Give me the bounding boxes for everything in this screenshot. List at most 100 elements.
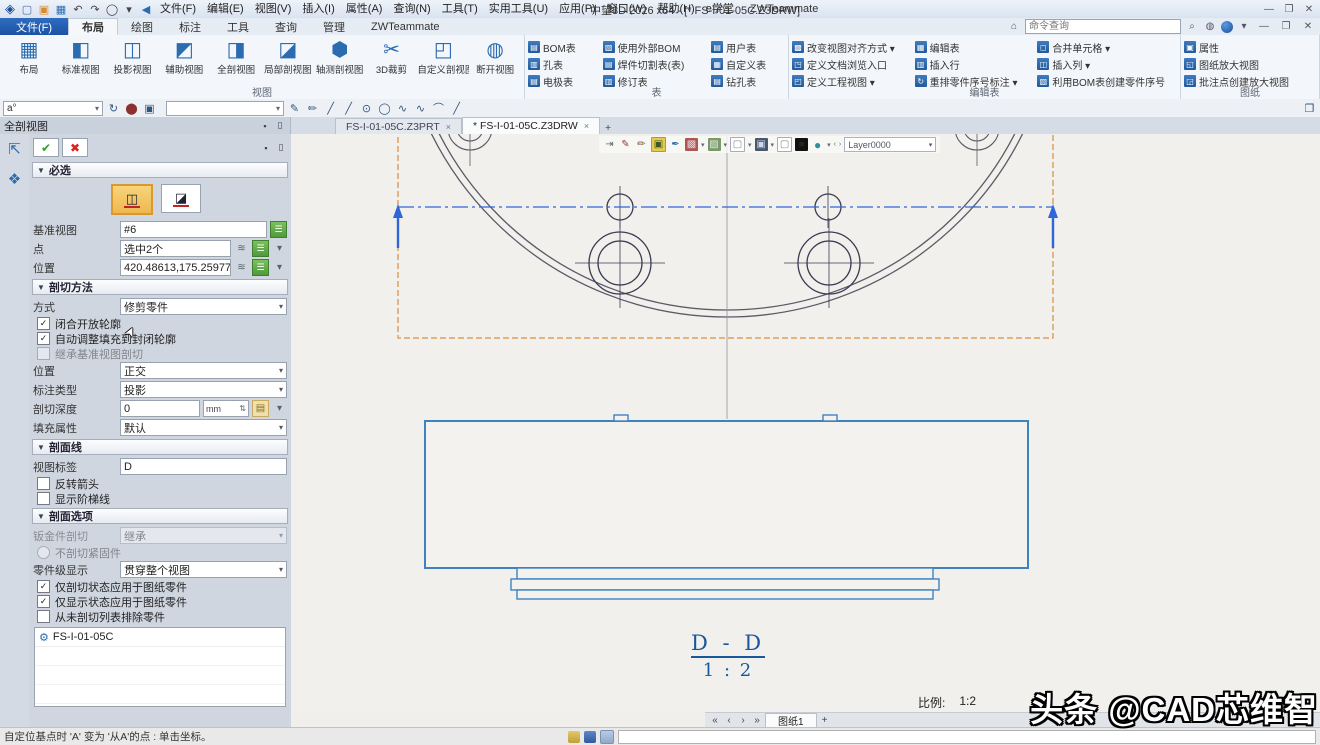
ribbon-button-custom-section-view[interactable]: ◰自定义剖视图 xyxy=(417,36,469,87)
image-mode-icon[interactable]: ▣ xyxy=(651,137,666,152)
section-header-options[interactable]: ▼剖面选项 xyxy=(32,508,288,524)
user-avatar[interactable] xyxy=(1221,21,1233,33)
tab-manage[interactable]: 管理 xyxy=(310,18,358,35)
nav-right-icon[interactable]: › xyxy=(839,141,841,148)
tab-drawing[interactable]: 绘图 xyxy=(118,18,166,35)
tab-tools[interactable]: 工具 xyxy=(214,18,262,35)
add-sheet-button[interactable]: + xyxy=(819,715,831,726)
close-button[interactable]: ✕ xyxy=(1299,19,1317,35)
open-file-icon[interactable]: ▣ xyxy=(36,2,52,17)
section-cut-line[interactable] xyxy=(393,204,1058,248)
counterbore-holes[interactable] xyxy=(575,218,874,308)
texture-style-icon[interactable]: ▨ xyxy=(708,138,721,151)
dim-type-select[interactable]: 投影▾ xyxy=(120,381,287,398)
view-highlight-box[interactable] xyxy=(398,134,1053,338)
spline-tool-icon[interactable]: ∿ xyxy=(395,101,410,116)
export-icon[interactable]: ⇥ xyxy=(603,138,616,151)
ribbon-button-bom-table[interactable]: ▤BOM表 xyxy=(528,39,595,55)
location-field[interactable]: 420.48613,175.25977 xyxy=(120,259,231,276)
auto-adjust-hatch-check[interactable]: ✓自动调整填充到封闭轮廓 xyxy=(37,332,283,345)
ribbon-button-local-section-view[interactable]: ◪局部剖视图 xyxy=(262,36,314,87)
ribbon-button-auxiliary-view[interactable]: ◩辅助视图 xyxy=(158,36,210,87)
spinner-arrows-icon[interactable]: ⇅ xyxy=(239,404,246,413)
pen-icon[interactable]: ✎ xyxy=(619,138,632,151)
ribbon-button-broken-view[interactable]: ◍断开视图 xyxy=(469,36,521,87)
ribbon-button-3d-crop[interactable]: ✂3D裁剪 xyxy=(366,36,418,87)
menu-inquire[interactable]: 查询(N) xyxy=(388,0,435,18)
view-combo[interactable]: ▾ xyxy=(166,101,284,116)
options-dot-button[interactable]: ▪ xyxy=(260,142,272,154)
ribbon-button-external-bom[interactable]: ▧使用外部BOM xyxy=(603,39,704,55)
circle-tool-icon[interactable]: ◯ xyxy=(377,101,392,116)
circle-tool-icon[interactable]: ◯ xyxy=(104,2,120,17)
hatch-attr-select[interactable]: 默认▾ xyxy=(120,419,287,436)
ribbon-button-insert-column[interactable]: ◫插入列 ▾ xyxy=(1037,56,1177,72)
dark-style-icon[interactable]: ▣ xyxy=(755,138,768,151)
line-tool-icon[interactable]: ╱ xyxy=(323,101,338,116)
panel-restore-icon[interactable]: ❐ xyxy=(1302,101,1317,116)
exclude-unsectioned-check[interactable]: 从未剖切列表排除零件 xyxy=(37,610,283,623)
chevron-down-icon[interactable]: ▾ xyxy=(272,241,287,256)
menu-attributes[interactable]: 属性(A) xyxy=(341,0,388,18)
refresh-icon[interactable]: ↻ xyxy=(106,101,121,116)
segment-tool-icon[interactable]: ╱ xyxy=(449,101,464,116)
display-state-check[interactable]: ✓仅显示状态应用于图纸零件 xyxy=(37,595,283,608)
blue-pen-icon[interactable]: ✒ xyxy=(669,138,682,151)
menu-file[interactable]: 文件(F) xyxy=(155,0,201,18)
section-view-body[interactable] xyxy=(425,421,1028,568)
doc-tab-part[interactable]: FS-I-01-05C.Z3PRT× xyxy=(335,118,462,134)
ribbon-button-full-section-view[interactable]: ◨全剖视图 xyxy=(210,36,262,87)
tab-inquire[interactable]: 查询 xyxy=(262,18,310,35)
section-view-geometry[interactable] xyxy=(425,415,1028,599)
chevron-down-icon[interactable]: ▾ xyxy=(272,260,287,275)
ghost-style-icon[interactable]: ▢ xyxy=(777,137,792,152)
chevron-down-icon[interactable]: ▾ xyxy=(771,141,775,149)
tab-file[interactable]: 文件(F) xyxy=(0,18,68,35)
depth-option-icon[interactable]: ▤ xyxy=(252,400,269,417)
menu-view[interactable]: 视图(V) xyxy=(250,0,297,18)
command-search-input[interactable] xyxy=(1025,19,1181,34)
sketch-pen-icon[interactable]: ✏ xyxy=(305,101,320,116)
hatch-style-icon[interactable]: ▩ xyxy=(685,138,698,151)
child-close-icon[interactable]: ✕ xyxy=(1300,1,1318,17)
tab-dimension[interactable]: 标注 xyxy=(166,18,214,35)
first-sheet-icon[interactable]: « xyxy=(709,715,721,726)
section-header-required[interactable]: ▼必选 xyxy=(32,162,288,178)
restore-button[interactable]: ❐ xyxy=(1277,19,1295,35)
section-state-check[interactable]: ✓仅剖切状态应用于图纸零件 xyxy=(37,580,283,593)
record-icon[interactable]: ⬤ xyxy=(124,101,139,116)
message-icon[interactable] xyxy=(584,731,596,743)
new-doc-tab-button[interactable]: + xyxy=(600,122,616,134)
depth-unit-spinner[interactable]: mm⇅ xyxy=(203,400,249,417)
show-step-line-check[interactable]: 显示阶梯线 xyxy=(37,492,283,505)
save-file-icon[interactable]: ▦ xyxy=(53,2,69,17)
search-icon[interactable]: ⌕ xyxy=(1185,20,1199,34)
chevron-down-icon[interactable]: ▾ xyxy=(724,141,728,149)
section-panel-tab-icon[interactable]: ⇱ xyxy=(4,139,26,161)
section-arrow-right[interactable] xyxy=(1048,204,1058,218)
sheet-tab[interactable]: 图纸1 xyxy=(765,713,817,728)
ribbon-button-sheet-zoom-view[interactable]: ◱图纸放大视图 xyxy=(1184,56,1316,72)
panel-page-button[interactable]: ▯ xyxy=(275,142,287,154)
section-view-step-2[interactable] xyxy=(511,579,939,590)
ribbon-button-custom-table[interactable]: ▦自定义表 xyxy=(711,56,785,72)
chevron-down-icon[interactable]: ▾ xyxy=(748,141,752,149)
globe-icon[interactable]: ◍ xyxy=(1203,20,1217,34)
ribbon-button-insert-row[interactable]: ▥插入行 xyxy=(915,56,1030,72)
flip-arrow-check[interactable]: 反转箭头 xyxy=(37,477,283,490)
new-file-icon[interactable]: ▢ xyxy=(19,2,35,17)
layer-combo[interactable]: Layer0000▾ xyxy=(844,137,936,152)
style-combo[interactable]: a°▾ xyxy=(3,101,103,116)
part-list[interactable]: ⚙ FS-I-01-05C xyxy=(34,627,286,707)
qat-dropdown-icon[interactable]: ▾ xyxy=(121,2,137,17)
ribbon-button-projection-view[interactable]: ◫投影视图 xyxy=(107,36,159,87)
position-select[interactable]: 正交▾ xyxy=(120,362,287,379)
home-icon[interactable]: ⌂ xyxy=(1007,20,1021,34)
section-type-toggle-b[interactable]: ◪ xyxy=(161,184,201,213)
redo-icon[interactable]: ↷ xyxy=(87,2,103,17)
status-input[interactable] xyxy=(618,730,1316,744)
part-display-select[interactable]: 贯穿整个视图▾ xyxy=(120,561,287,578)
curve-tool-icon[interactable]: ∿ xyxy=(413,101,428,116)
user-dropdown-icon[interactable]: ▾ xyxy=(1237,20,1251,34)
ribbon-button-weldment-cutlist[interactable]: ▤焊件切割表(表) xyxy=(603,56,704,72)
